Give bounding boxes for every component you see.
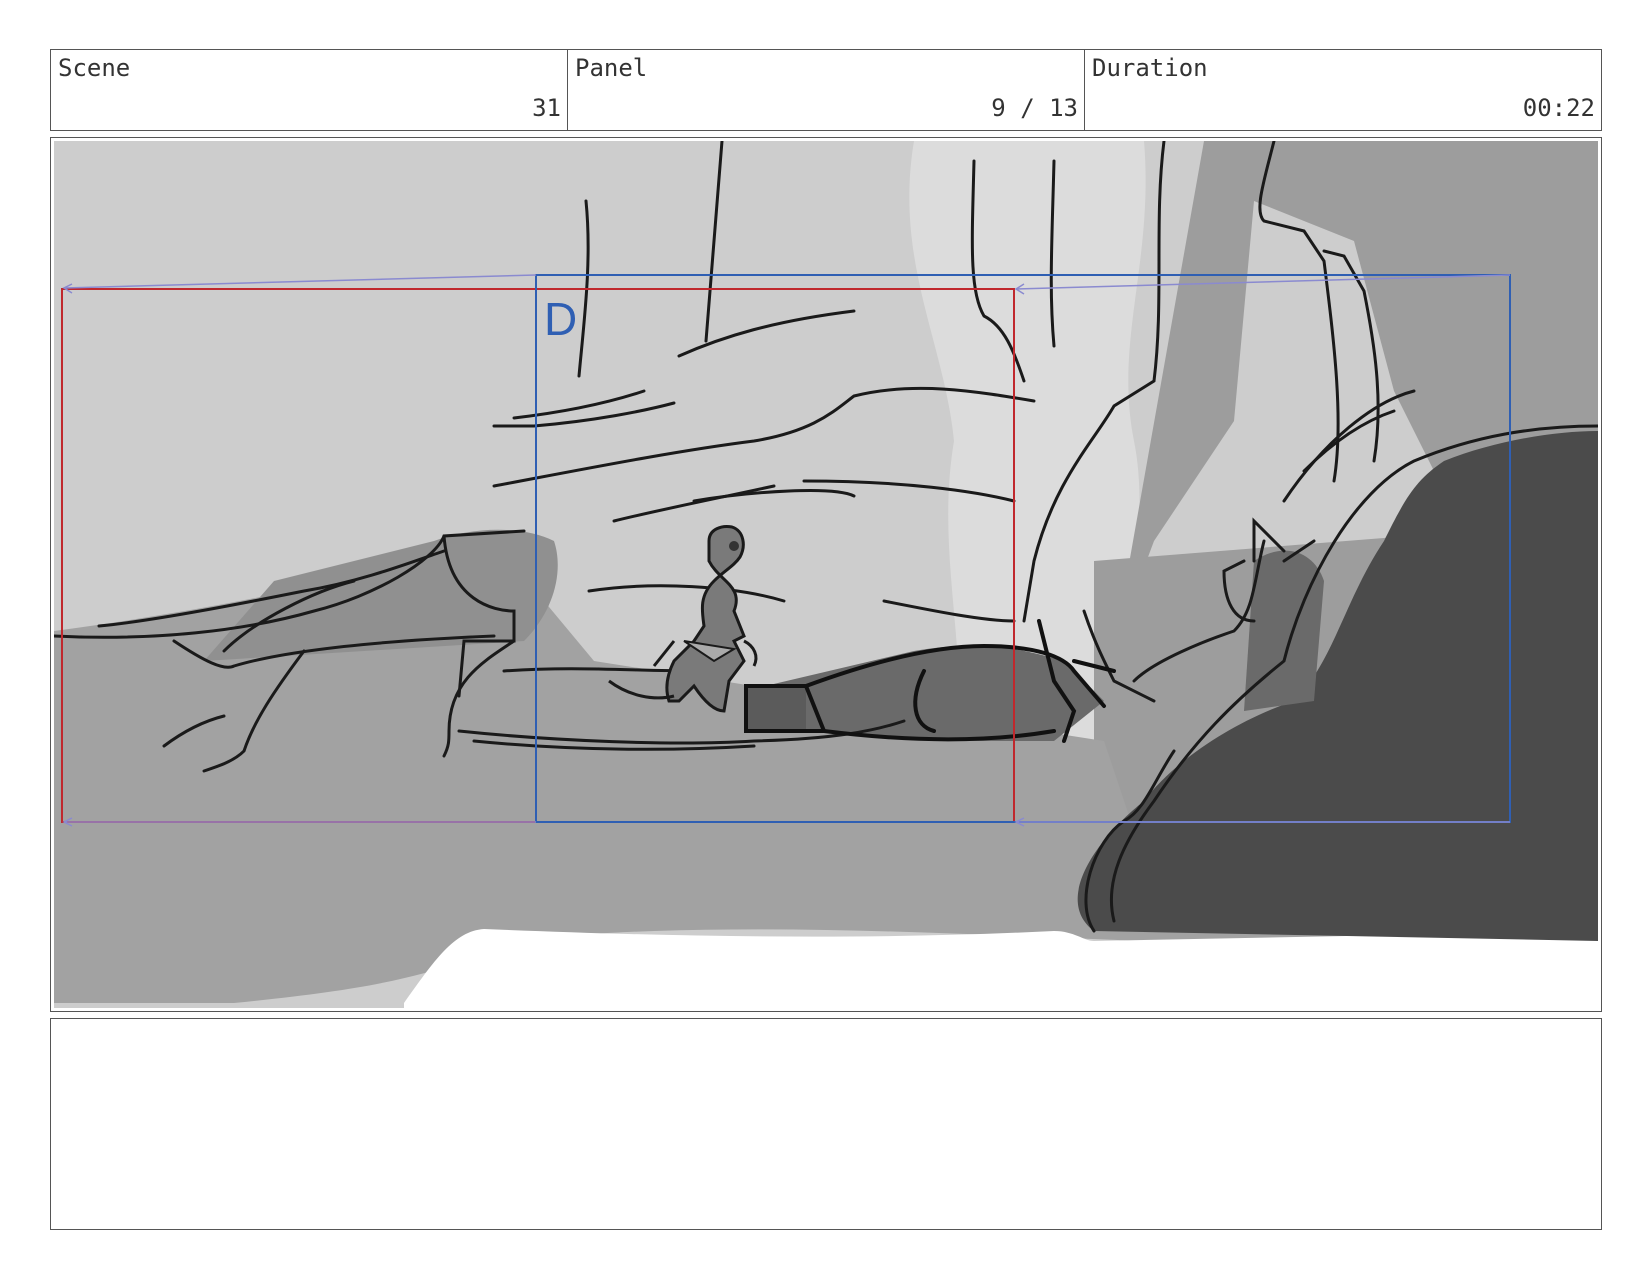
panel-label: Panel: [575, 54, 648, 82]
duration-label: Duration: [1092, 54, 1208, 82]
ground-white-strip: [404, 929, 1598, 1008]
panel-cell: Panel 9 / 13: [568, 50, 1085, 130]
panel-info-header: Scene 31 Panel 9 / 13 Duration 00:22: [50, 49, 1602, 131]
scene-number: 31: [532, 94, 561, 122]
duration-cell: Duration 00:22: [1085, 50, 1601, 130]
scene-cell: Scene 31: [51, 50, 568, 130]
storyboard-panel: D: [50, 137, 1602, 1012]
camera-frame-letter: D: [544, 293, 577, 345]
storyboard-sketch: D: [54, 141, 1598, 1008]
giant-fingertip: [746, 686, 806, 731]
action-notes-box[interactable]: [50, 1018, 1602, 1230]
panel-number: 9 / 13: [991, 94, 1078, 122]
duration-value: 00:22: [1522, 94, 1595, 122]
scene-label: Scene: [58, 54, 131, 82]
